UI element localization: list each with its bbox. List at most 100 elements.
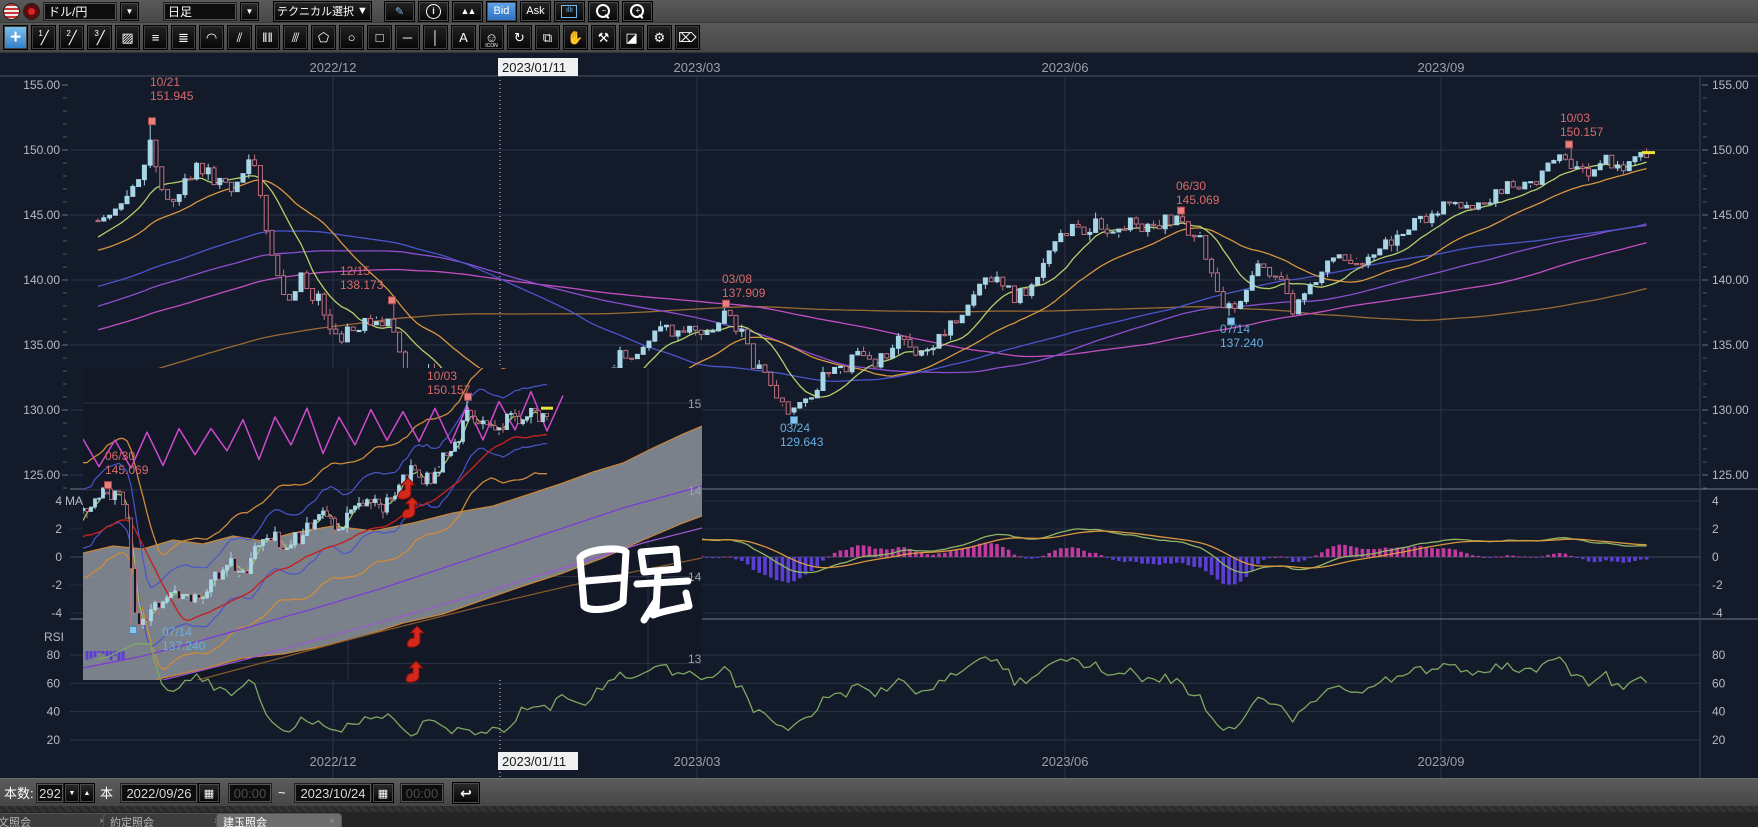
- bar-count-unit: 本: [100, 783, 113, 801]
- technical-select-button[interactable]: テクニカル選択 ▼: [273, 1, 372, 22]
- trendline-2-tool-button[interactable]: 2╱: [59, 25, 84, 50]
- pentagon-tool-button[interactable]: ⬠: [311, 25, 336, 50]
- svg-text:2: 2: [55, 522, 62, 536]
- timeframe-select[interactable]: 日足: [163, 2, 237, 21]
- vertical-grid-tool-button[interactable]: ‖‖: [255, 25, 280, 50]
- tab-3[interactable]: 建玉照会 ×: [216, 813, 342, 827]
- svg-text:15: 15: [688, 397, 702, 411]
- svg-text:2023/06: 2023/06: [1042, 60, 1089, 75]
- tab-close-icon[interactable]: ×: [329, 816, 335, 827]
- svg-text:-2: -2: [51, 578, 62, 592]
- date-to-input[interactable]: 2023/10/24: [294, 783, 372, 803]
- svg-text:4: 4: [1712, 494, 1719, 508]
- chart-style-button[interactable]: ▲▲: [452, 1, 483, 22]
- multi-lines-tool-button[interactable]: ≣: [171, 25, 196, 50]
- svg-text:10/03: 10/03: [427, 369, 457, 383]
- svg-text:-4: -4: [51, 606, 62, 620]
- calendar-from-button[interactable]: ▦: [198, 783, 220, 803]
- settings-list-tool-button[interactable]: ⚙: [647, 25, 672, 50]
- svg-text:13: 13: [688, 652, 702, 666]
- vertical-grid-tool-icon: ‖‖: [262, 30, 273, 45]
- settings-tool-icon: ⚒: [598, 30, 610, 46]
- tab-label: 建玉照会: [223, 814, 267, 827]
- rectangle-tool-button[interactable]: □: [367, 25, 392, 50]
- ruler-tool-icon: ▨: [121, 30, 133, 46]
- copy-tool-icon: ⧉: [543, 30, 552, 46]
- fan-lines-tool-button[interactable]: ⫽: [227, 25, 252, 50]
- svg-text:155.00: 155.00: [23, 78, 60, 92]
- svg-text:135.00: 135.00: [23, 338, 60, 352]
- count-up-button[interactable]: ▲: [79, 783, 95, 803]
- range-mode-button[interactable]: ıllı: [554, 1, 585, 22]
- refresh-button[interactable]: ↩: [452, 782, 480, 804]
- svg-text:2023/03: 2023/03: [674, 754, 721, 769]
- horizontal-line-tool-button[interactable]: ─: [395, 25, 420, 50]
- ask-button[interactable]: Ask: [520, 1, 551, 22]
- speed-lines-tool-icon: ⫻: [292, 30, 300, 46]
- svg-text:-4: -4: [1712, 606, 1723, 620]
- rectangle-tool-icon: □: [376, 30, 384, 45]
- main-toolbar: ドル/円 ▼ 日足 ▼ テクニカル選択 ▼ ✎ i ▲▲ Bid Ask ıll…: [0, 0, 1758, 23]
- circle-tool-button[interactable]: ○: [339, 25, 364, 50]
- info-button[interactable]: i: [418, 1, 449, 22]
- svg-text:10/21: 10/21: [150, 75, 180, 89]
- range-tilde: ~: [278, 783, 286, 801]
- svg-text:130.00: 130.00: [1712, 403, 1749, 417]
- svg-text:145.00: 145.00: [1712, 208, 1749, 222]
- calendar-icon: ▦: [204, 787, 214, 800]
- range-icon: ıllı: [561, 5, 577, 18]
- icon-stamp-tool-button[interactable]: ☺ICON: [479, 25, 504, 50]
- bar-count-input[interactable]: 292: [36, 783, 64, 803]
- text-tool-button[interactable]: A: [451, 25, 476, 50]
- draw-button[interactable]: ✎: [384, 1, 415, 22]
- svg-text:80: 80: [1712, 648, 1726, 662]
- count-down-button[interactable]: ▼: [64, 783, 80, 803]
- bottom-toolbar: 本数: 292 ▼ ▲ 本 2022/09/26 ▦ 00:00 ~ 2023/…: [0, 778, 1758, 807]
- symbol-dropdown-arrow-icon[interactable]: ▼: [120, 2, 139, 21]
- svg-text:140.00: 140.00: [1712, 273, 1749, 287]
- zoom-in-button[interactable]: +: [622, 1, 653, 22]
- svg-text:151.945: 151.945: [150, 89, 194, 103]
- zoom-out-button[interactable]: −: [588, 1, 619, 22]
- speed-lines-tool-button[interactable]: ⫻: [283, 25, 308, 50]
- svg-text:RSI: RSI: [44, 630, 64, 644]
- ruler-tool-button[interactable]: ▨: [115, 25, 140, 50]
- bid-button[interactable]: Bid: [486, 1, 517, 22]
- tab-1[interactable]: 注文照会×: [0, 813, 112, 827]
- svg-text:125.00: 125.00: [1712, 468, 1749, 482]
- magnet-tool-button[interactable]: ⌦: [675, 25, 700, 50]
- vertical-line-tool-button[interactable]: │: [423, 25, 448, 50]
- svg-text:125.00: 125.00: [23, 468, 60, 482]
- settings-tool-button[interactable]: ⚒: [591, 25, 616, 50]
- svg-text:14: 14: [688, 484, 702, 498]
- trendline-1-tool-button[interactable]: 1╱: [31, 25, 56, 50]
- bar-count-label: 本数:: [4, 783, 34, 801]
- trading-app-window: ドル/円 ▼ 日足 ▼ テクニカル選択 ▼ ✎ i ▲▲ Bid Ask ıll…: [0, 0, 1758, 827]
- crosshair-tool-button[interactable]: +: [3, 25, 28, 50]
- zoom-out-icon: −: [596, 4, 610, 18]
- svg-text:2022/12: 2022/12: [310, 754, 357, 769]
- history-tool-button[interactable]: ↻: [507, 25, 532, 50]
- fan-lines-tool-icon: ⫽: [237, 30, 243, 46]
- eraser-tool-button[interactable]: ◪: [619, 25, 644, 50]
- text-tool-icon: A: [459, 30, 468, 45]
- chart-area[interactable]: 155.00155.00150.00150.00145.00145.00140.…: [0, 53, 1758, 778]
- svg-text:40: 40: [1712, 705, 1726, 719]
- copy-tool-button[interactable]: ⧉: [535, 25, 560, 50]
- trendline-3-tool-button[interactable]: 3╱: [87, 25, 112, 50]
- svg-text:14: 14: [688, 570, 702, 584]
- zoom-in-icon: +: [630, 4, 644, 18]
- date-from-input[interactable]: 2022/09/26: [120, 783, 198, 803]
- svg-text:137.240: 137.240: [162, 639, 206, 653]
- parallel-lines-tool-button[interactable]: ≡: [143, 25, 168, 50]
- timeframe-value: 日足: [168, 3, 232, 20]
- timeframe-dropdown-arrow-icon[interactable]: ▼: [240, 2, 259, 21]
- symbol-select[interactable]: ドル/円: [43, 2, 117, 21]
- vertical-line-tool-icon: │: [431, 30, 439, 45]
- fibonacci-arc-tool-button[interactable]: ◠: [199, 25, 224, 50]
- svg-text:137.240: 137.240: [1220, 336, 1264, 350]
- calendar-to-button[interactable]: ▦: [372, 783, 394, 803]
- tab-2[interactable]: 約定照会×: [103, 813, 227, 827]
- return-arrow-icon: ↩: [460, 785, 472, 802]
- crosshair-tool-icon: +: [10, 27, 21, 49]
